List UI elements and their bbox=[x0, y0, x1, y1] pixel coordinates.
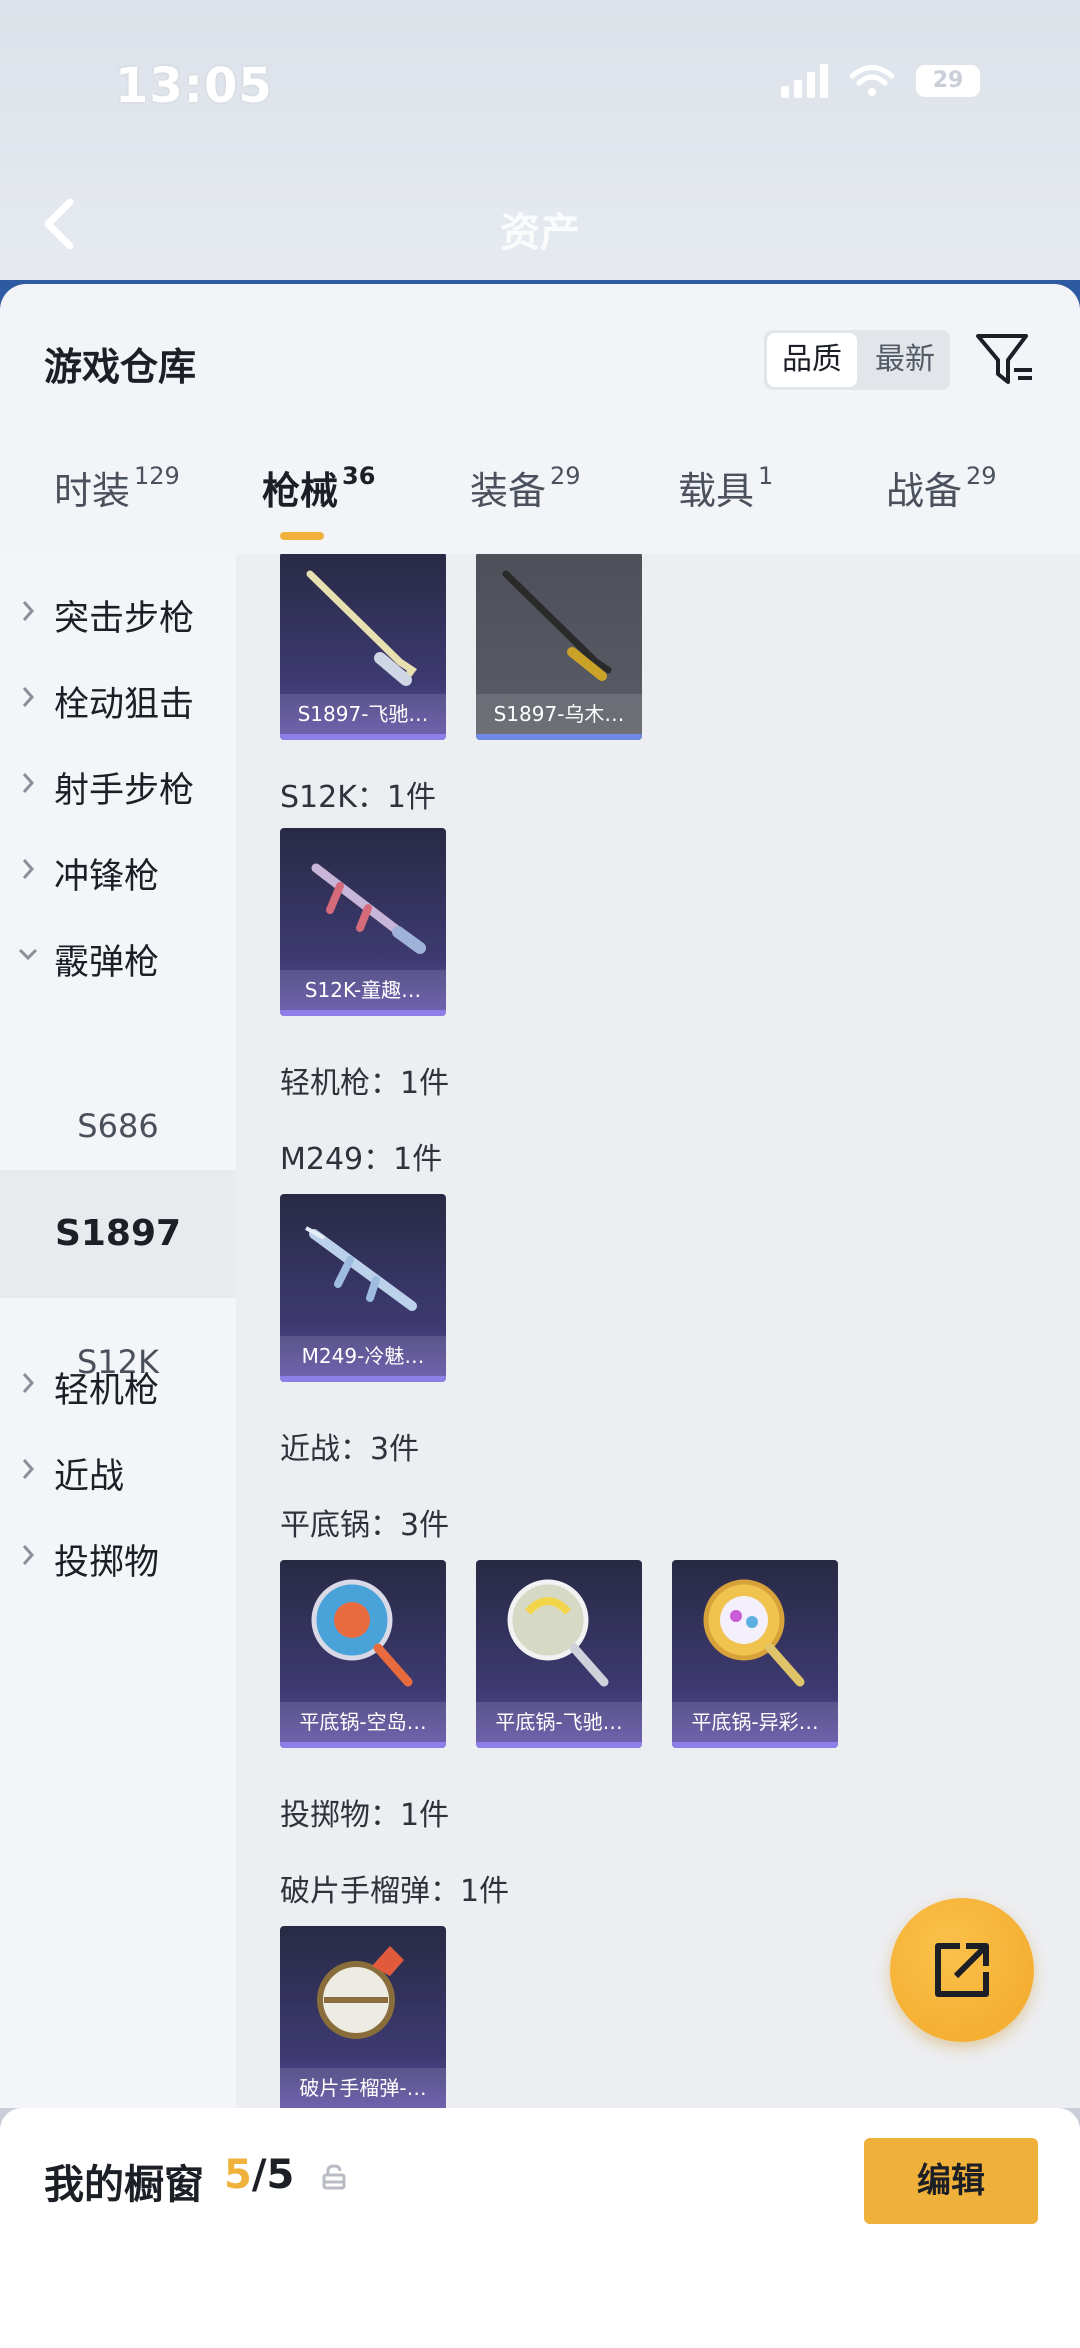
machine-gun-icon bbox=[305, 1226, 417, 1311]
chevron-right-icon bbox=[22, 1545, 35, 1565]
external-link-icon bbox=[935, 1943, 989, 1997]
chevron-down-icon bbox=[18, 948, 38, 961]
rarity-bar bbox=[280, 1742, 446, 1748]
chevron-right-icon bbox=[22, 1373, 35, 1393]
warehouse-sheet: 游戏仓库 品质 最新 时装 129 枪械 36 装备 29 载具 1 战备 29 突击步枪… bbox=[0, 284, 1080, 2108]
item-card[interactable]: S1897-乌木… bbox=[476, 554, 642, 740]
showcase-bar: 我的橱窗 5/5 编辑 bbox=[0, 2108, 1080, 2348]
group-label-m249: M249：1件 bbox=[280, 1142, 443, 1177]
item-name: 平底锅-空岛… bbox=[280, 1702, 446, 1742]
page-title: 资产 bbox=[500, 210, 580, 256]
showcase-count: 5/5 bbox=[224, 2152, 295, 2198]
item-card[interactable]: S1897-飞驰… bbox=[280, 554, 446, 740]
status-time: 13:05 bbox=[115, 58, 273, 114]
warehouse-title: 游戏仓库 bbox=[44, 345, 197, 389]
rarity-bar bbox=[476, 1742, 642, 1748]
sidebar-item-smg[interactable]: 冲锋枪 bbox=[0, 822, 236, 922]
chevron-right-icon bbox=[22, 859, 35, 879]
group-label-s12k: S12K：1件 bbox=[280, 780, 436, 815]
edit-button[interactable]: 编辑 bbox=[864, 2138, 1038, 2224]
status-icons: 29 bbox=[781, 64, 980, 98]
tab-tactical[interactable]: 战备 29 bbox=[886, 460, 997, 515]
tab-guns[interactable]: 枪械 36 bbox=[262, 460, 375, 515]
sidebar-item-bolt-sniper[interactable]: 栓动狙击 bbox=[0, 650, 236, 750]
group-label-throwables: 投掷物：1件 bbox=[280, 1798, 450, 1833]
item-name: S12K-童趣… bbox=[280, 970, 446, 1010]
item-card[interactable]: 平底锅-飞驰… bbox=[476, 1560, 642, 1748]
item-name: M249-冷魅… bbox=[280, 1336, 446, 1376]
tab-equipment[interactable]: 装备 29 bbox=[470, 460, 581, 515]
sort-option-latest[interactable]: 最新 bbox=[860, 330, 950, 390]
rarity-bar bbox=[280, 734, 446, 740]
grenade-icon bbox=[317, 1946, 404, 2039]
item-card[interactable]: M249-冷魅… bbox=[280, 1194, 446, 1382]
item-card[interactable]: S12K-童趣… bbox=[280, 828, 446, 1016]
share-button[interactable] bbox=[890, 1898, 1034, 2042]
rarity-bar bbox=[476, 734, 642, 740]
frying-pan-icon bbox=[311, 1579, 413, 1687]
group-label-frag: 破片手榴弹：1件 bbox=[280, 1874, 510, 1909]
battery-indicator: 29 bbox=[916, 65, 980, 97]
sidebar-item-lmg[interactable]: 轻机枪 bbox=[0, 1336, 236, 1436]
item-name: 破片手榴弹-… bbox=[280, 2068, 446, 2108]
sidebar-item-melee[interactable]: 近战 bbox=[0, 1422, 236, 1522]
active-tab-indicator bbox=[280, 532, 324, 540]
frying-pan-icon bbox=[703, 1579, 805, 1687]
chevron-right-icon bbox=[22, 1459, 35, 1479]
item-card[interactable]: 平底锅-空岛… bbox=[280, 1560, 446, 1748]
sidebar-item-marksman-rifle[interactable]: 射手步枪 bbox=[0, 736, 236, 836]
category-tabs: 时装 129 枪械 36 装备 29 载具 1 战备 29 bbox=[0, 460, 1080, 550]
rifle-icon bbox=[311, 863, 426, 954]
sidebar-subitem-s1897[interactable]: S1897 bbox=[0, 1170, 236, 1298]
sidebar-item-assault-rifle[interactable]: 突击步枪 bbox=[0, 564, 236, 664]
group-label-pan: 平底锅：3件 bbox=[280, 1508, 450, 1543]
signal-icon bbox=[781, 64, 828, 98]
item-name: S1897-飞驰… bbox=[280, 694, 446, 734]
item-name: 平底锅-飞驰… bbox=[476, 1702, 642, 1742]
filter-icon[interactable] bbox=[974, 330, 1038, 390]
item-card[interactable]: 平底锅-异彩… bbox=[672, 1560, 838, 1748]
tab-fashion[interactable]: 时装 129 bbox=[54, 460, 180, 515]
rarity-bar bbox=[280, 1376, 446, 1382]
group-label-melee: 近战：3件 bbox=[280, 1432, 420, 1467]
tab-vehicles[interactable]: 载具 1 bbox=[678, 460, 773, 515]
shotgun-icon bbox=[502, 570, 612, 681]
category-sidebar: 突击步枪 栓动狙击 射手步枪 冲锋枪 霰弹枪 S686 S1897 S12K 轻… bbox=[0, 554, 236, 2108]
item-grid: S1897-飞驰… S1897-乌木… S12K：1件 S12K-童趣… 轻机枪… bbox=[236, 554, 1080, 2108]
lock-icon bbox=[322, 2164, 346, 2190]
group-label-lmg: 轻机枪：1件 bbox=[280, 1066, 450, 1101]
chevron-right-icon bbox=[22, 687, 35, 707]
chevron-right-icon bbox=[22, 773, 35, 793]
shotgun-icon bbox=[306, 570, 418, 686]
chevron-right-icon bbox=[22, 601, 35, 621]
sort-option-quality[interactable]: 品质 bbox=[767, 333, 857, 387]
rarity-bar bbox=[672, 1742, 838, 1748]
frying-pan-icon bbox=[507, 1579, 609, 1687]
showcase-title: 我的橱窗 bbox=[44, 2162, 204, 2208]
item-card[interactable]: 破片手榴弹-… bbox=[280, 1926, 446, 2108]
sort-toggle[interactable]: 品质 最新 bbox=[764, 330, 950, 390]
sidebar-item-shotgun[interactable]: 霰弹枪 bbox=[0, 908, 236, 1008]
item-name: 平底锅-异彩… bbox=[672, 1702, 838, 1742]
rarity-bar bbox=[280, 1010, 446, 1016]
item-name: S1897-乌木… bbox=[476, 694, 642, 734]
sidebar-item-throwables[interactable]: 投掷物 bbox=[0, 1508, 236, 1608]
wifi-icon bbox=[850, 65, 894, 96]
